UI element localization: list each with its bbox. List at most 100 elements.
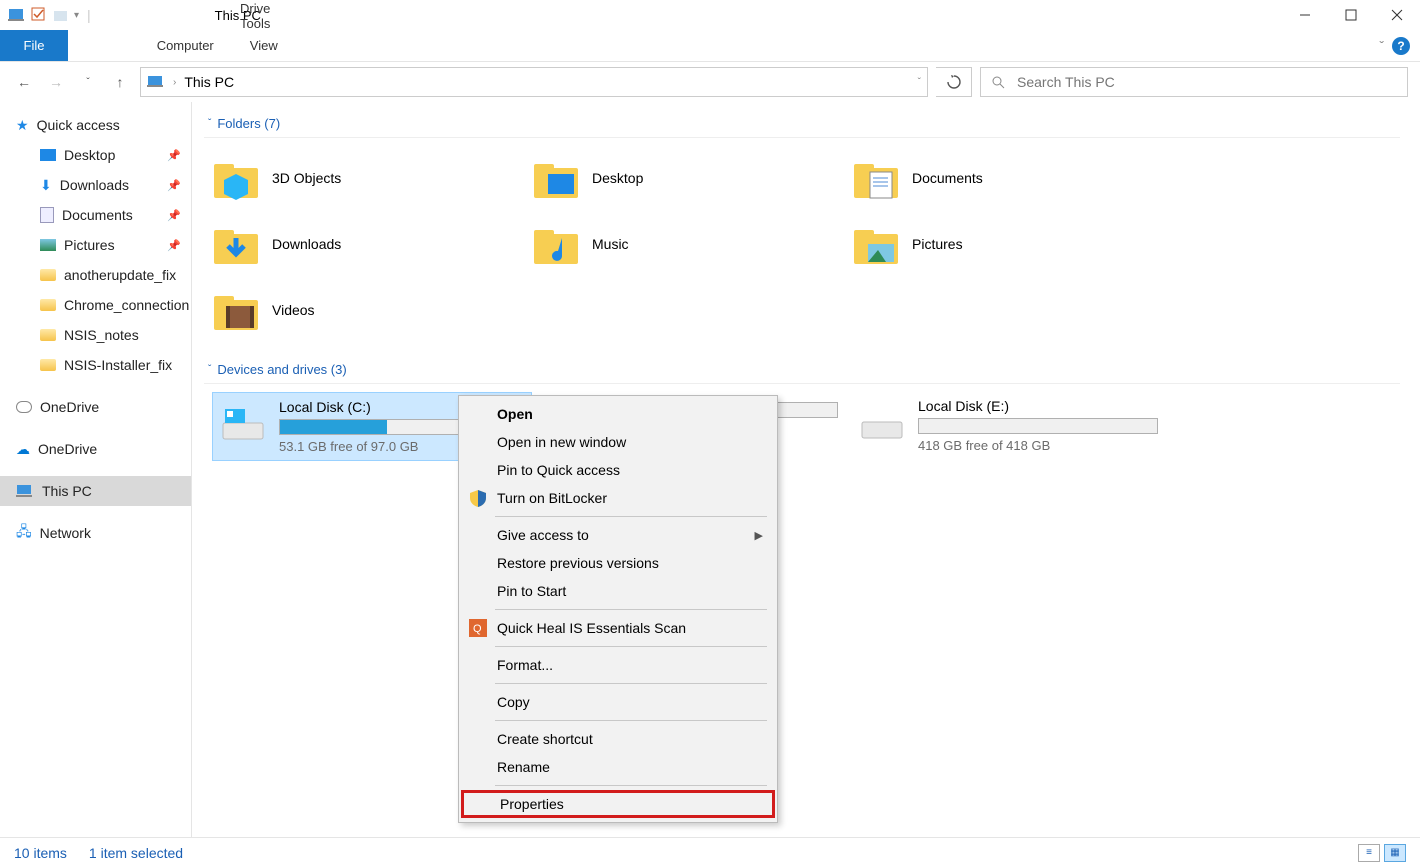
qat-properties-icon[interactable] xyxy=(30,6,48,24)
tab-computer[interactable]: Computer xyxy=(139,30,232,61)
close-button[interactable] xyxy=(1374,0,1420,30)
folder-icon xyxy=(212,220,260,268)
nav-up-button[interactable]: ↑ xyxy=(108,70,132,94)
context-menu-item[interactable]: Open xyxy=(461,400,775,428)
context-menu-item-label: Turn on BitLocker xyxy=(497,490,607,506)
shield-icon xyxy=(469,489,487,507)
pin-icon: 📌 xyxy=(167,209,181,222)
context-menu-item-label: Properties xyxy=(500,796,564,812)
status-item-count: 10 items xyxy=(14,845,67,861)
thispc-icon xyxy=(147,73,165,91)
nav-recent-dropdown[interactable]: ˇ xyxy=(76,70,100,94)
pictures-icon xyxy=(40,239,56,251)
folder-item[interactable]: Music xyxy=(532,216,852,272)
context-menu-item[interactable]: Pin to Start xyxy=(461,577,775,605)
status-selected-count: 1 item selected xyxy=(89,845,183,861)
sidebar-onedrive-2[interactable]: ☁OneDrive xyxy=(0,434,191,464)
folder-item[interactable]: Pictures xyxy=(852,216,1172,272)
view-tiles-button[interactable]: ▦ xyxy=(1384,844,1406,862)
sidebar-item-pictures[interactable]: Pictures📌 xyxy=(0,230,191,260)
context-menu-item[interactable]: QQuick Heal IS Essentials Scan xyxy=(461,614,775,642)
context-menu-item[interactable]: Give access to▶ xyxy=(461,521,775,549)
sidebar-item-documents[interactable]: Documents📌 xyxy=(0,200,191,230)
pin-icon: 📌 xyxy=(167,179,181,192)
desktop-icon xyxy=(40,149,56,161)
drive-free-text: 418 GB free of 418 GB xyxy=(918,438,1166,453)
ribbon-tabs: File Home Computer View ˇ ? xyxy=(0,30,1420,62)
folder-item[interactable]: Downloads xyxy=(212,216,532,272)
context-menu-item[interactable]: Restore previous versions xyxy=(461,549,775,577)
context-menu-item[interactable]: Properties xyxy=(461,790,775,818)
svg-text:Q: Q xyxy=(473,623,482,635)
folder-label: 3D Objects xyxy=(272,170,341,186)
folder-item[interactable]: Desktop xyxy=(532,150,852,206)
titlebar: ▾ | Manage Drive Tools This PC xyxy=(0,0,1420,30)
context-menu-item[interactable]: Pin to Quick access xyxy=(461,456,775,484)
sidebar-this-pc[interactable]: This PC xyxy=(0,476,191,506)
file-tab[interactable]: File xyxy=(0,30,68,61)
folder-icon xyxy=(40,299,56,311)
nav-tree: ★ Quick access Desktop📌 ⬇Downloads📌 Docu… xyxy=(0,102,192,837)
qat-dropdown[interactable]: ▾ xyxy=(74,10,79,21)
address-bar[interactable]: › This PC ˇ xyxy=(140,67,928,97)
folders-section-header[interactable]: ˇFolders (7) xyxy=(204,112,1400,138)
sidebar-network[interactable]: 🖧Network xyxy=(0,518,191,548)
nav-forward-button[interactable]: → xyxy=(44,70,68,94)
context-menu-item[interactable]: Format... xyxy=(461,651,775,679)
chevron-right-icon: ▶ xyxy=(755,529,763,542)
context-menu-item[interactable]: Create shortcut xyxy=(461,725,775,753)
refresh-button[interactable] xyxy=(936,67,972,97)
folder-item[interactable]: Videos xyxy=(212,282,532,338)
context-menu: OpenOpen in new windowPin to Quick acces… xyxy=(458,395,778,823)
context-menu-item[interactable]: Turn on BitLocker xyxy=(461,484,775,512)
context-menu-separator xyxy=(495,646,767,647)
tab-drive-tools[interactable]: Drive Tools xyxy=(222,0,322,32)
context-menu-item[interactable]: Rename xyxy=(461,753,775,781)
sidebar-item-anotherupdate[interactable]: anotherupdate_fix xyxy=(0,260,191,290)
folder-label: Videos xyxy=(272,302,315,318)
context-menu-separator xyxy=(495,683,767,684)
context-menu-item[interactable]: Copy xyxy=(461,688,775,716)
sidebar-item-chrome-connection[interactable]: Chrome_connection xyxy=(0,290,191,320)
sidebar-quick-access[interactable]: ★ Quick access xyxy=(0,110,191,140)
sidebar-quick-access-label: Quick access xyxy=(37,117,120,133)
address-history-dropdown[interactable]: ˇ xyxy=(918,77,921,88)
minimize-button[interactable] xyxy=(1282,0,1328,30)
drives-section-header[interactable]: ˇDevices and drives (3) xyxy=(204,358,1400,384)
view-details-button[interactable]: ≡ xyxy=(1358,844,1380,862)
folder-label: Desktop xyxy=(592,170,643,186)
search-box[interactable] xyxy=(980,67,1408,97)
folder-item[interactable]: 3D Objects xyxy=(212,150,532,206)
navbar: ← → ˇ ↑ › This PC ˇ xyxy=(0,62,1420,102)
tab-view[interactable]: View xyxy=(232,30,296,61)
sidebar-item-desktop[interactable]: Desktop📌 xyxy=(0,140,191,170)
ribbon-expand-chevron[interactable]: ˇ xyxy=(1379,38,1384,54)
chevron-down-icon: ˇ xyxy=(208,118,211,129)
folder-item[interactable]: Documents xyxy=(852,150,1172,206)
folder-icon xyxy=(532,154,580,202)
folder-icon xyxy=(212,286,260,334)
context-menu-item[interactable]: Open in new window xyxy=(461,428,775,456)
drive-label: Local Disk (E:) xyxy=(918,398,1166,414)
drive-item[interactable]: Local Disk (E:) 418 GB free of 418 GB xyxy=(852,392,1172,461)
sidebar-item-downloads[interactable]: ⬇Downloads📌 xyxy=(0,170,191,200)
breadcrumb[interactable]: This PC xyxy=(184,74,234,90)
nav-back-button[interactable]: ← xyxy=(12,70,36,94)
help-icon[interactable]: ? xyxy=(1392,37,1410,55)
sidebar-onedrive-1[interactable]: OneDrive xyxy=(0,392,191,422)
star-icon: ★ xyxy=(16,117,29,134)
maximize-button[interactable] xyxy=(1328,0,1374,30)
drive-usage-bar xyxy=(918,418,1158,434)
folder-label: Downloads xyxy=(272,236,341,252)
context-menu-separator xyxy=(495,785,767,786)
folder-label: Documents xyxy=(912,170,983,186)
sidebar-item-nsis-installer[interactable]: NSIS-Installer_fix xyxy=(0,350,191,380)
qat-newfolder-icon[interactable] xyxy=(52,6,70,24)
network-icon: 🖧 xyxy=(16,521,32,545)
folder-icon xyxy=(852,154,900,202)
sidebar-item-nsis-notes[interactable]: NSIS_notes xyxy=(0,320,191,350)
context-menu-item-label: Copy xyxy=(497,694,530,710)
app-icon xyxy=(8,6,26,24)
folder-icon xyxy=(212,154,260,202)
search-input[interactable] xyxy=(1017,74,1397,90)
